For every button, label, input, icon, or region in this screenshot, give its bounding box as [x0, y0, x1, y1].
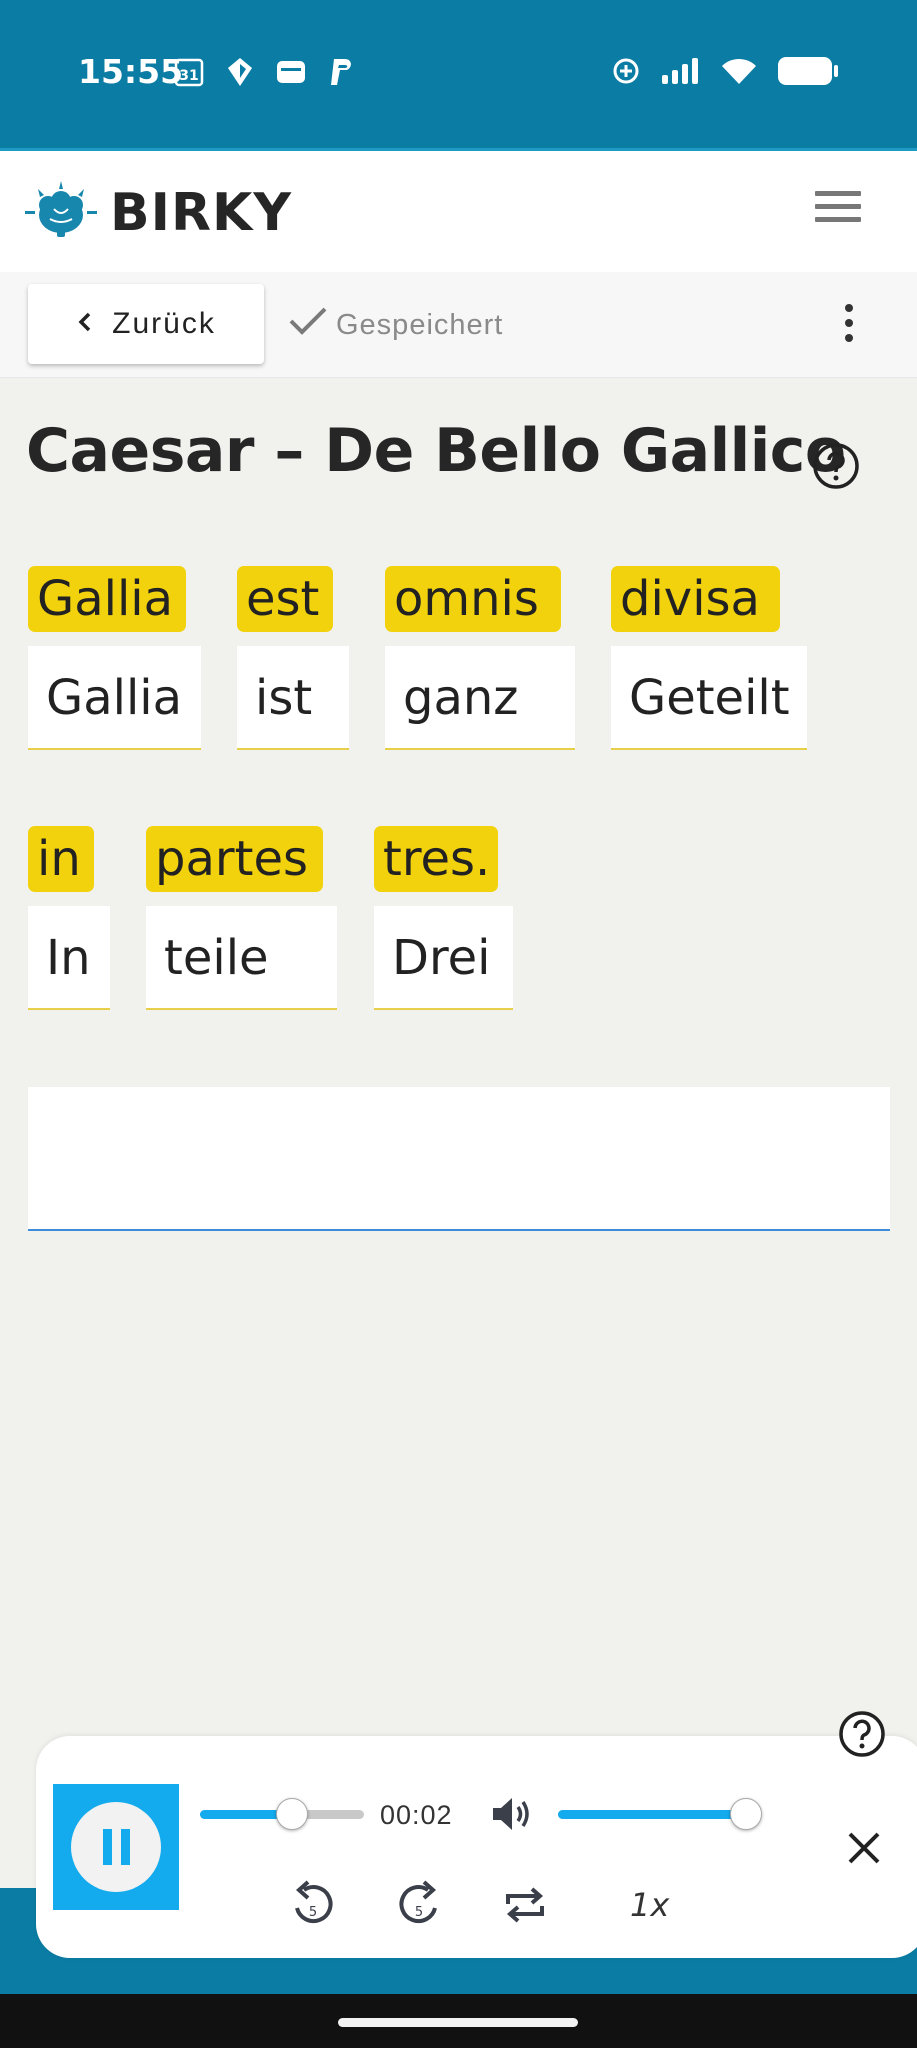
latin-word[interactable]: tres. — [374, 826, 498, 892]
more-vertical-icon[interactable] — [841, 304, 857, 344]
status-bar: 15:55 31 — [0, 0, 917, 148]
brain-icon — [24, 179, 98, 246]
volume-thumb[interactable] — [730, 1798, 762, 1830]
answer-textarea[interactable] — [28, 1087, 890, 1231]
translation-field[interactable]: Gallia — [28, 646, 201, 750]
volume-icon[interactable] — [490, 1794, 534, 1839]
calendar-icon: 31 — [174, 57, 204, 87]
help-icon-player[interactable] — [838, 1710, 886, 1763]
signal-icon — [661, 57, 701, 85]
forward-seconds: 5 — [415, 1905, 423, 1920]
latin-word[interactable]: divisa — [611, 566, 780, 632]
app-header: BIRKY — [0, 148, 917, 272]
rewind-5-icon[interactable]: 5 — [290, 1880, 336, 1935]
battery-icon — [777, 56, 839, 86]
pause-button[interactable] — [53, 1784, 179, 1910]
paypal-icon — [328, 57, 356, 87]
map-pin-icon — [226, 56, 254, 88]
translation-field[interactable]: ist — [237, 646, 349, 750]
home-indicator[interactable] — [338, 2018, 578, 2027]
pause-icon — [71, 1802, 161, 1892]
back-button-label: Zurück — [112, 307, 216, 340]
close-icon[interactable] — [844, 1828, 884, 1873]
calendar-day: 31 — [179, 68, 198, 84]
repeat-icon[interactable] — [502, 1882, 548, 1933]
seek-slider[interactable] — [200, 1798, 364, 1830]
saved-label: Gespeichert — [336, 308, 504, 341]
saved-status: Gespeichert — [288, 304, 503, 346]
latin-word[interactable]: partes — [146, 826, 323, 892]
latin-word[interactable]: Gallia — [28, 566, 186, 632]
check-icon — [288, 304, 328, 346]
latin-word[interactable]: in — [28, 826, 94, 892]
wallet-icon — [276, 59, 306, 85]
elapsed-time: 00:02 — [380, 1800, 453, 1830]
back-button[interactable]: Zurück — [28, 284, 264, 364]
help-icon[interactable] — [812, 442, 860, 495]
hamburger-menu-icon[interactable] — [815, 191, 861, 231]
page-title: Caesar – De Bello Gallico — [26, 416, 846, 486]
latin-word[interactable]: omnis — [385, 566, 561, 632]
audio-player: 00:02 5 5 1x — [36, 1736, 917, 1958]
seek-thumb[interactable] — [275, 1798, 308, 1830]
status-time: 15:55 — [78, 52, 184, 91]
rewind-seconds: 5 — [309, 1905, 317, 1920]
forward-5-icon[interactable]: 5 — [396, 1880, 442, 1935]
brand-name[interactable]: BIRKY — [110, 183, 292, 243]
volume-slider[interactable] — [558, 1798, 762, 1830]
playback-speed[interactable]: 1x — [630, 1886, 669, 1924]
translation-field[interactable]: ganz — [385, 646, 575, 750]
translation-field[interactable]: In — [28, 906, 110, 1010]
wifi-icon — [721, 57, 757, 85]
volume-level — [558, 1810, 746, 1819]
translation-field[interactable]: teile — [146, 906, 337, 1010]
translation-field[interactable]: Drei — [374, 906, 513, 1010]
toolbar: Zurück Gespeichert — [0, 272, 917, 378]
status-right-icons — [611, 56, 839, 86]
latin-word[interactable]: est — [237, 566, 333, 632]
translation-field[interactable]: Geteilt — [611, 646, 807, 750]
data-saver-icon — [611, 56, 641, 86]
chevron-left-icon — [76, 307, 92, 341]
status-left-icons: 31 — [174, 56, 356, 88]
